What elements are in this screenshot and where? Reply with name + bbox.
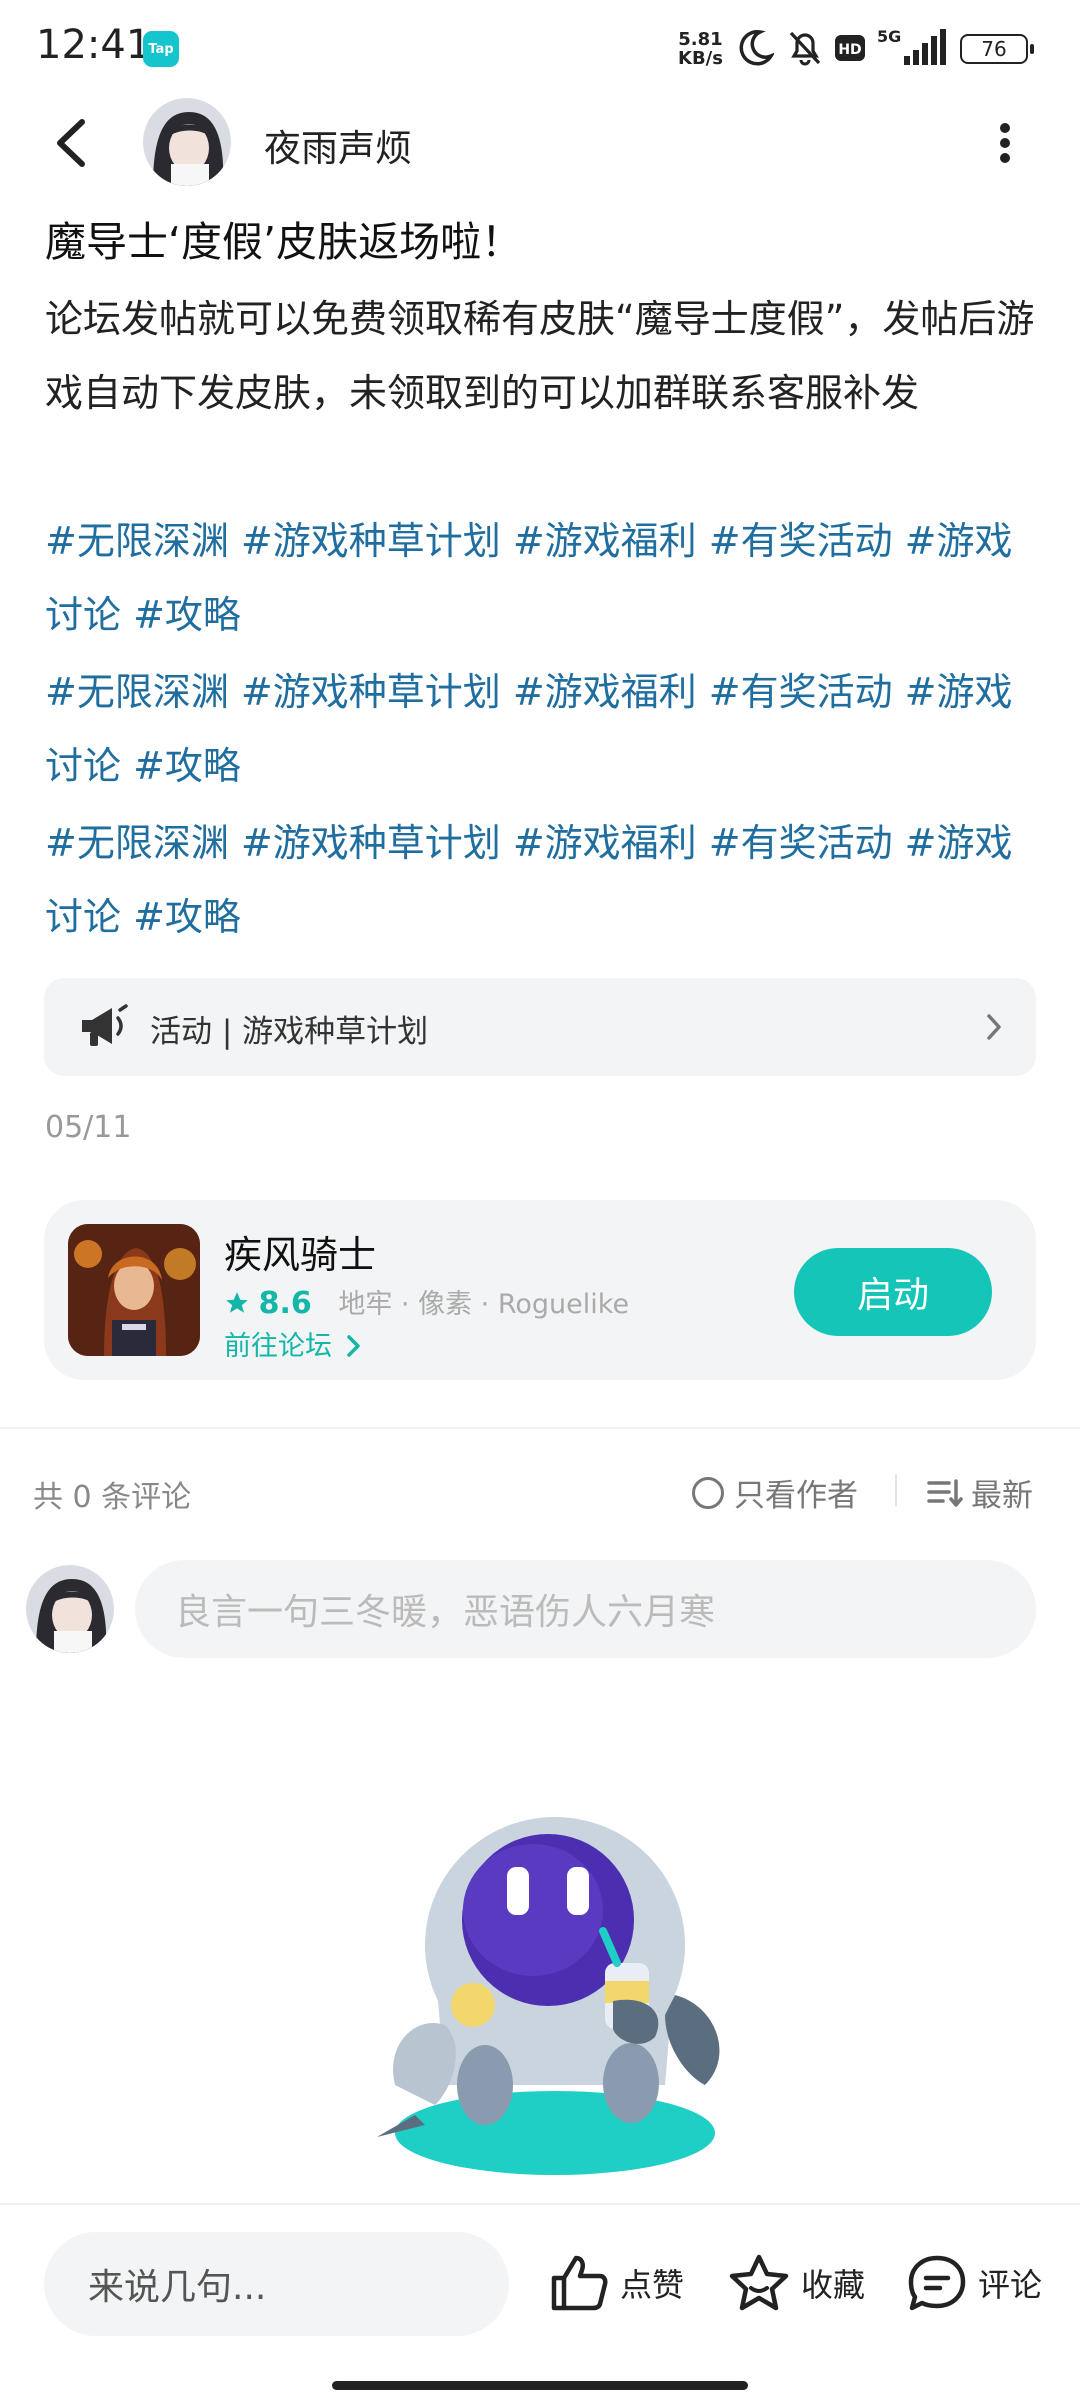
activity-label: 活动 | 游戏种草计划 [150,1014,429,1050]
sort-icon [927,1478,963,1507]
home-indicator[interactable] [332,2381,748,2390]
author-only-toggle[interactable]: 只看作者 [692,1470,858,1515]
do-not-disturb-moon-icon [739,30,774,66]
post-body: 论坛发帖就可以免费领取稀有皮肤“魔导士度假”，发帖后游戏自动下发皮肤，未领取到的… [45,297,1035,415]
game-card[interactable]: 疾风骑士 8.6 地牢 · 像素 · Roguelike 前往论坛 启动 [44,1200,1036,1380]
muted-bell-icon [789,31,821,66]
status-time: 12:41 [36,22,152,68]
game-icon[interactable] [68,1224,200,1356]
comment-count: 共 0 条评论 [33,1480,192,1515]
game-name[interactable]: 疾风骑士 [224,1224,376,1279]
empty-comments-robot-illustration [377,1817,720,2175]
game-tags: 地牢 · 像素 · Roguelike [338,1289,630,1320]
megaphone-icon [82,1004,128,1046]
section-divider [0,1427,1080,1429]
like-button[interactable]: 点赞 [548,2252,684,2314]
status-bar: 12:41 Tap 5.81 KB/s HD 5G 76 [0,0,1080,96]
cellular-signal-icon: 5G [877,27,946,65]
author-name[interactable]: 夜雨声烦 [264,118,412,172]
comment-input[interactable]: 良言一句三冬暖，恶语伤人六月寒 [135,1560,1036,1658]
post-header: 夜雨声烦 [0,96,1080,188]
filter-separator [895,1474,897,1506]
post-tags[interactable]: #无限深渊 #游戏种草计划 #游戏福利 #有奖活动 #游戏讨论 #攻略 [45,655,1045,803]
game-meta: 8.6 地牢 · 像素 · Roguelike [224,1282,629,1321]
back-arrow-icon[interactable] [48,116,98,170]
chevron-right-icon [346,1335,360,1357]
star-icon [226,1292,248,1313]
forum-link[interactable]: 前往论坛 [224,1324,363,1363]
post-tags[interactable]: #无限深渊 #游戏种草计划 #游戏福利 #有奖活动 #游戏讨论 #攻略 [45,504,1045,652]
sort-newest-button[interactable]: 最新 [927,1470,1033,1515]
star-outline-icon [729,2254,789,2311]
network-speed: 5.81 KB/s [678,29,723,69]
favorite-button[interactable]: 收藏 [727,2252,865,2314]
chevron-right-icon [987,1014,1001,1040]
author-avatar[interactable] [143,98,231,186]
thumbs-up-icon [551,2255,608,2311]
svg-text:5G: 5G [877,27,901,46]
user-avatar[interactable] [26,1565,114,1653]
quick-reply-input[interactable]: 来说几句... [44,2232,509,2336]
taptap-app-icon: Tap [143,31,179,67]
launch-game-button[interactable]: 启动 [794,1248,992,1336]
more-options-icon[interactable] [990,118,1020,168]
post-tags[interactable]: #无限深渊 #游戏种草计划 #游戏福利 #有奖活动 #游戏讨论 #攻略 [45,806,1045,954]
battery-indicator: 76 [960,34,1034,64]
post-title: 魔导士‘度假’皮肤返场啦！ [45,218,523,266]
svg-text:HD: HD [838,42,861,58]
radio-circle-icon [692,1476,724,1509]
hd-voice-icon: HD [835,35,865,61]
bottom-bar-divider [0,2203,1080,2205]
comment-bubble-icon [908,2255,966,2311]
post-date: 05/11 [45,1110,132,1145]
game-score: 8.6 [258,1286,312,1321]
activity-banner[interactable]: 活动 | 游戏种草计划 [44,978,1036,1076]
comment-button[interactable]: 评论 [906,2252,1042,2314]
